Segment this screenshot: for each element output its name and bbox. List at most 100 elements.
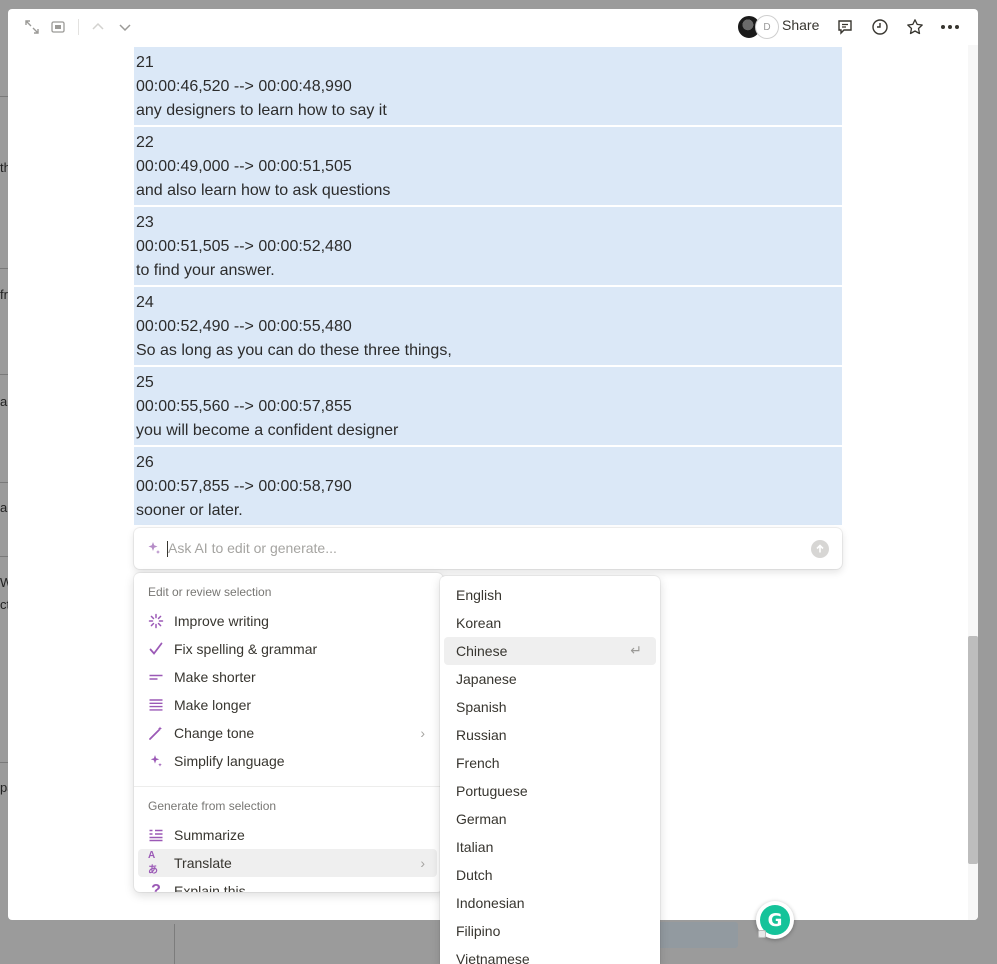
topbar-separator — [78, 19, 79, 35]
summary-icon — [148, 827, 164, 843]
language-option-indonesian[interactable]: Indonesian — [444, 889, 656, 917]
subtitle-timecode: 00:00:52,490 --> 00:00:55,480 — [136, 318, 352, 335]
subtitle-index: 26 — [136, 454, 154, 471]
enter-return-icon: ↵ — [630, 642, 642, 658]
subtitle-index: 23 — [136, 214, 154, 231]
subtitle-block[interactable]: 23 00:00:51,505 --> 00:00:52,480 to find… — [134, 207, 842, 285]
summarize-item[interactable]: Summarize — [138, 821, 437, 849]
menu-divider — [134, 786, 443, 787]
language-option-vietnamese[interactable]: Vietnamese — [444, 945, 656, 964]
send-arrow-icon[interactable] — [811, 540, 829, 558]
language-option-korean[interactable]: Korean — [444, 609, 656, 637]
translate-icon: Aあ — [148, 850, 158, 876]
chevron-up-icon[interactable] — [88, 17, 108, 37]
history-clock-icon[interactable] — [870, 17, 890, 37]
long-lines-icon — [148, 697, 164, 713]
language-option-french[interactable]: French — [444, 749, 656, 777]
make-shorter-item[interactable]: Make shorter — [138, 663, 437, 691]
menu-item-label: Summarize — [174, 827, 245, 843]
short-lines-icon — [148, 669, 164, 685]
improve-writing-item[interactable]: Improve writing — [138, 607, 437, 635]
language-label: Filipino — [456, 923, 501, 939]
menu-item-label: Change tone — [174, 725, 255, 741]
language-label: Vietnamese — [456, 951, 530, 964]
subtitle-text: you will become a confident designer — [136, 422, 399, 439]
side-peek-icon[interactable] — [48, 17, 68, 37]
language-label: Japanese — [456, 671, 517, 687]
language-label: Spanish — [456, 699, 507, 715]
background-divider — [0, 268, 8, 269]
chevron-down-icon[interactable] — [115, 17, 135, 37]
language-option-german[interactable]: German — [444, 805, 656, 833]
explain-this-item[interactable]: ? Explain this — [138, 877, 437, 892]
language-option-english[interactable]: English — [444, 581, 656, 609]
subtitle-text: to find your answer. — [136, 262, 275, 279]
modal-topbar: D Share — [8, 9, 978, 45]
language-option-japanese[interactable]: Japanese — [444, 665, 656, 693]
background-divider — [0, 762, 8, 763]
more-options-icon[interactable] — [938, 17, 962, 37]
change-tone-item[interactable]: Change tone › — [138, 719, 437, 747]
language-option-dutch[interactable]: Dutch — [444, 861, 656, 889]
language-label: English — [456, 587, 502, 603]
grammarly-badge-icon — [758, 930, 766, 938]
language-option-spanish[interactable]: Spanish — [444, 693, 656, 721]
background-divider — [0, 482, 8, 483]
language-option-filipino[interactable]: Filipino — [444, 917, 656, 945]
language-option-portuguese[interactable]: Portuguese — [444, 777, 656, 805]
share-button[interactable]: Share — [782, 17, 819, 33]
menu-item-label: Make shorter — [174, 669, 256, 685]
language-label: French — [456, 755, 500, 771]
fix-spelling-item[interactable]: Fix spelling & grammar — [138, 635, 437, 663]
language-option-chinese[interactable]: Chinese ↵ — [444, 637, 656, 665]
language-option-italian[interactable]: Italian — [444, 833, 656, 861]
sparkle-burst-icon — [148, 613, 164, 629]
comment-icon[interactable] — [835, 17, 855, 37]
background-text-fragment: fr — [0, 287, 8, 302]
checkmark-icon — [148, 641, 164, 657]
avatar: D — [755, 15, 779, 39]
collaborator-avatars[interactable]: D — [737, 15, 781, 39]
language-label: Korean — [456, 615, 502, 631]
menu-item-label: Translate — [174, 855, 232, 871]
language-label: Portuguese — [456, 783, 528, 799]
language-label: Dutch — [456, 867, 493, 883]
question-icon: ? — [151, 882, 161, 892]
background-button — [650, 922, 738, 948]
background-text-fragment: a — [0, 394, 8, 409]
expand-icon[interactable] — [22, 17, 42, 37]
scrollbar-thumb[interactable] — [968, 636, 978, 864]
background-text-fragment: a — [0, 500, 8, 515]
subtitle-index: 24 — [136, 294, 154, 311]
ai-prompt-input[interactable]: Ask AI to edit or generate... — [134, 528, 842, 569]
subtitle-timecode: 00:00:55,560 --> 00:00:57,855 — [136, 398, 352, 415]
menu-section-heading: Generate from selection — [148, 799, 277, 813]
subtitle-block[interactable]: 21 00:00:46,520 --> 00:00:48,990 any des… — [134, 47, 842, 125]
magic-wand-icon — [148, 725, 164, 741]
subtitle-block[interactable]: 24 00:00:52,490 --> 00:00:55,480 So as l… — [134, 287, 842, 365]
star-icon[interactable] — [905, 17, 925, 37]
language-label: Indonesian — [456, 895, 525, 911]
ai-sparkle-icon — [146, 540, 162, 556]
language-label: Russian — [456, 727, 507, 743]
subtitle-block[interactable]: 22 00:00:49,000 --> 00:00:51,505 and als… — [134, 127, 842, 205]
language-option-russian[interactable]: Russian — [444, 721, 656, 749]
translate-item[interactable]: Aあ Translate › — [138, 849, 437, 877]
subtitle-text: and also learn how to ask questions — [136, 182, 391, 199]
language-label: Chinese — [456, 643, 508, 659]
subtitle-block[interactable]: 26 00:00:57,855 --> 00:00:58,790 sooner … — [134, 447, 842, 525]
subtitle-timecode: 00:00:49,000 --> 00:00:51,505 — [136, 158, 352, 175]
background-divider — [0, 96, 8, 97]
menu-item-label: Make longer — [174, 697, 252, 713]
subtitle-index: 21 — [136, 54, 154, 71]
background-panel-edge — [174, 924, 175, 964]
ai-actions-menu: Edit or review selection Improve writing… — [134, 573, 443, 892]
simplify-language-item[interactable]: Simplify language — [138, 747, 437, 775]
subtitle-index: 25 — [136, 374, 154, 391]
make-longer-item[interactable]: Make longer — [138, 691, 437, 719]
subtitle-timecode: 00:00:57,855 --> 00:00:58,790 — [136, 478, 352, 495]
language-label: German — [456, 811, 507, 827]
subtitle-block[interactable]: 25 00:00:55,560 --> 00:00:57,855 you wil… — [134, 367, 842, 445]
language-label: Italian — [456, 839, 494, 855]
subtitle-timecode: 00:00:51,505 --> 00:00:52,480 — [136, 238, 352, 255]
